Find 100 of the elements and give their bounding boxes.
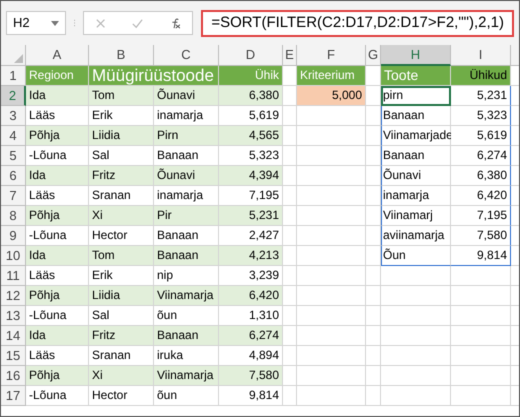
column-header[interactable]: G (366, 45, 381, 66)
table-cell: -Lõuna (26, 386, 89, 406)
header-cell: Regioon (26, 66, 89, 86)
table-cell: Hector (89, 386, 154, 406)
formula-field[interactable]: =SORT(FILTER(C2:D17,D2:D17>F2,""),2,1) (201, 10, 514, 36)
table-cell: Lääs (26, 106, 89, 126)
table-cell: Tom (89, 86, 154, 106)
table-cell: Hector (89, 226, 154, 246)
header-cell: Kriteerium (297, 66, 366, 86)
column-header[interactable]: B (89, 45, 154, 66)
column-header[interactable]: C (154, 45, 219, 66)
table-cell: 7,195 (219, 186, 283, 206)
row-header[interactable]: 14 (1, 326, 26, 346)
column-header[interactable]: D (219, 45, 283, 66)
table-cell: 5,231 (219, 206, 283, 226)
table-cell: 6,274 (219, 326, 283, 346)
table-cell: -Lõuna (26, 306, 89, 326)
table-cell: Viinamarja (154, 366, 219, 386)
table-cell: õun (154, 386, 219, 406)
table-cell: 4,565 (219, 126, 283, 146)
row-header[interactable]: 5 (1, 146, 26, 166)
table-cell: -Lõuna (26, 146, 89, 166)
table-cell: Banaan (154, 246, 219, 266)
row-header[interactable]: 15 (1, 346, 26, 366)
table-cell: Xi (89, 366, 154, 386)
result-cell[interactable]: pirn (381, 86, 451, 106)
column-header[interactable] (511, 45, 519, 66)
column-header[interactable]: H (381, 45, 451, 66)
table-cell: Tom (89, 246, 154, 266)
table-cell: Ida (26, 166, 89, 186)
result-cell: 9,814 (451, 246, 511, 266)
row-header[interactable]: 4 (1, 126, 26, 146)
table-cell: õun (154, 306, 219, 326)
result-cell: inamarja (381, 186, 451, 206)
result-cell: Viinamarj (381, 206, 451, 226)
column-header[interactable]: E (283, 45, 297, 66)
table-cell: Põhja (26, 366, 89, 386)
row-header[interactable]: 9 (1, 226, 26, 246)
table-cell: Lääs (26, 266, 89, 286)
column-header[interactable]: F (297, 45, 366, 66)
select-all-icon[interactable] (14, 54, 23, 63)
result-cell: 5,323 (451, 106, 511, 126)
result-cell: 7,195 (451, 206, 511, 226)
table-cell: 2,427 (219, 226, 283, 246)
result-cell: 6,274 (451, 146, 511, 166)
table-cell: Sal (89, 146, 154, 166)
row-header[interactable]: 1 (1, 66, 26, 86)
table-cell: Sranan (89, 186, 154, 206)
table-cell: Liidia (89, 286, 154, 306)
row-header[interactable]: 7 (1, 186, 26, 206)
table-cell: Xi (89, 206, 154, 226)
row-header[interactable]: 12 (1, 286, 26, 306)
table-cell: Põhja (26, 286, 89, 306)
result-cell: Banaan (381, 106, 451, 126)
result-cell: 5,231 (451, 86, 511, 106)
table-cell: inamarja (154, 186, 219, 206)
table-cell: iruka (154, 346, 219, 366)
header-cell: Ühikud (451, 66, 511, 86)
table-cell: 5,619 (219, 106, 283, 126)
table-cell: 4,894 (219, 346, 283, 366)
row-header[interactable]: 16 (1, 366, 26, 386)
table-cell: Õunavi (154, 86, 219, 106)
table-cell: Lääs (26, 186, 89, 206)
cancel-icon[interactable] (96, 18, 106, 28)
table-cell: Pir (154, 206, 219, 226)
table-cell: Ida (26, 246, 89, 266)
column-header[interactable]: I (451, 45, 511, 66)
row-header[interactable]: 6 (1, 166, 26, 186)
check-icon[interactable] (132, 18, 143, 28)
table-cell: 6,380 (219, 86, 283, 106)
table-cell: Ida (26, 326, 89, 346)
table-cell: -Lõuna (26, 226, 89, 246)
table-cell: 7,580 (219, 366, 283, 386)
row-header[interactable]: 10 (1, 246, 26, 266)
header-cell: Ühik (219, 66, 283, 86)
table-cell: 3,239 (219, 266, 283, 286)
row-header[interactable]: 13 (1, 306, 26, 326)
result-cell: 6,380 (451, 166, 511, 186)
row-header[interactable]: 8 (1, 206, 26, 226)
table-cell: Banaan (154, 146, 219, 166)
result-cell: 6,420 (451, 186, 511, 206)
header-cell: Toote (381, 66, 451, 86)
table-cell: inamarja (154, 106, 219, 126)
name-box-text: H2 (13, 14, 30, 32)
result-cell: Banaan (381, 146, 451, 166)
row-header[interactable]: 2 (1, 86, 26, 106)
table-cell: Pirn (154, 126, 219, 146)
table-cell: Banaan (154, 326, 219, 346)
table-cell: 4,213 (219, 246, 283, 266)
name-box[interactable]: H2 (6, 11, 66, 35)
row-header[interactable]: 11 (1, 266, 26, 286)
row-header[interactable]: 17 (1, 386, 26, 406)
table-cell: 5,323 (219, 146, 283, 166)
column-header[interactable]: A (26, 45, 89, 66)
result-cell: aviinamarja (381, 226, 451, 246)
table-cell: 4,394 (219, 166, 283, 186)
table-cell: Sranan (89, 346, 154, 366)
result-cell: Õun (381, 246, 451, 266)
row-header[interactable]: 3 (1, 106, 26, 126)
table-cell: Viinamarja (154, 286, 219, 306)
